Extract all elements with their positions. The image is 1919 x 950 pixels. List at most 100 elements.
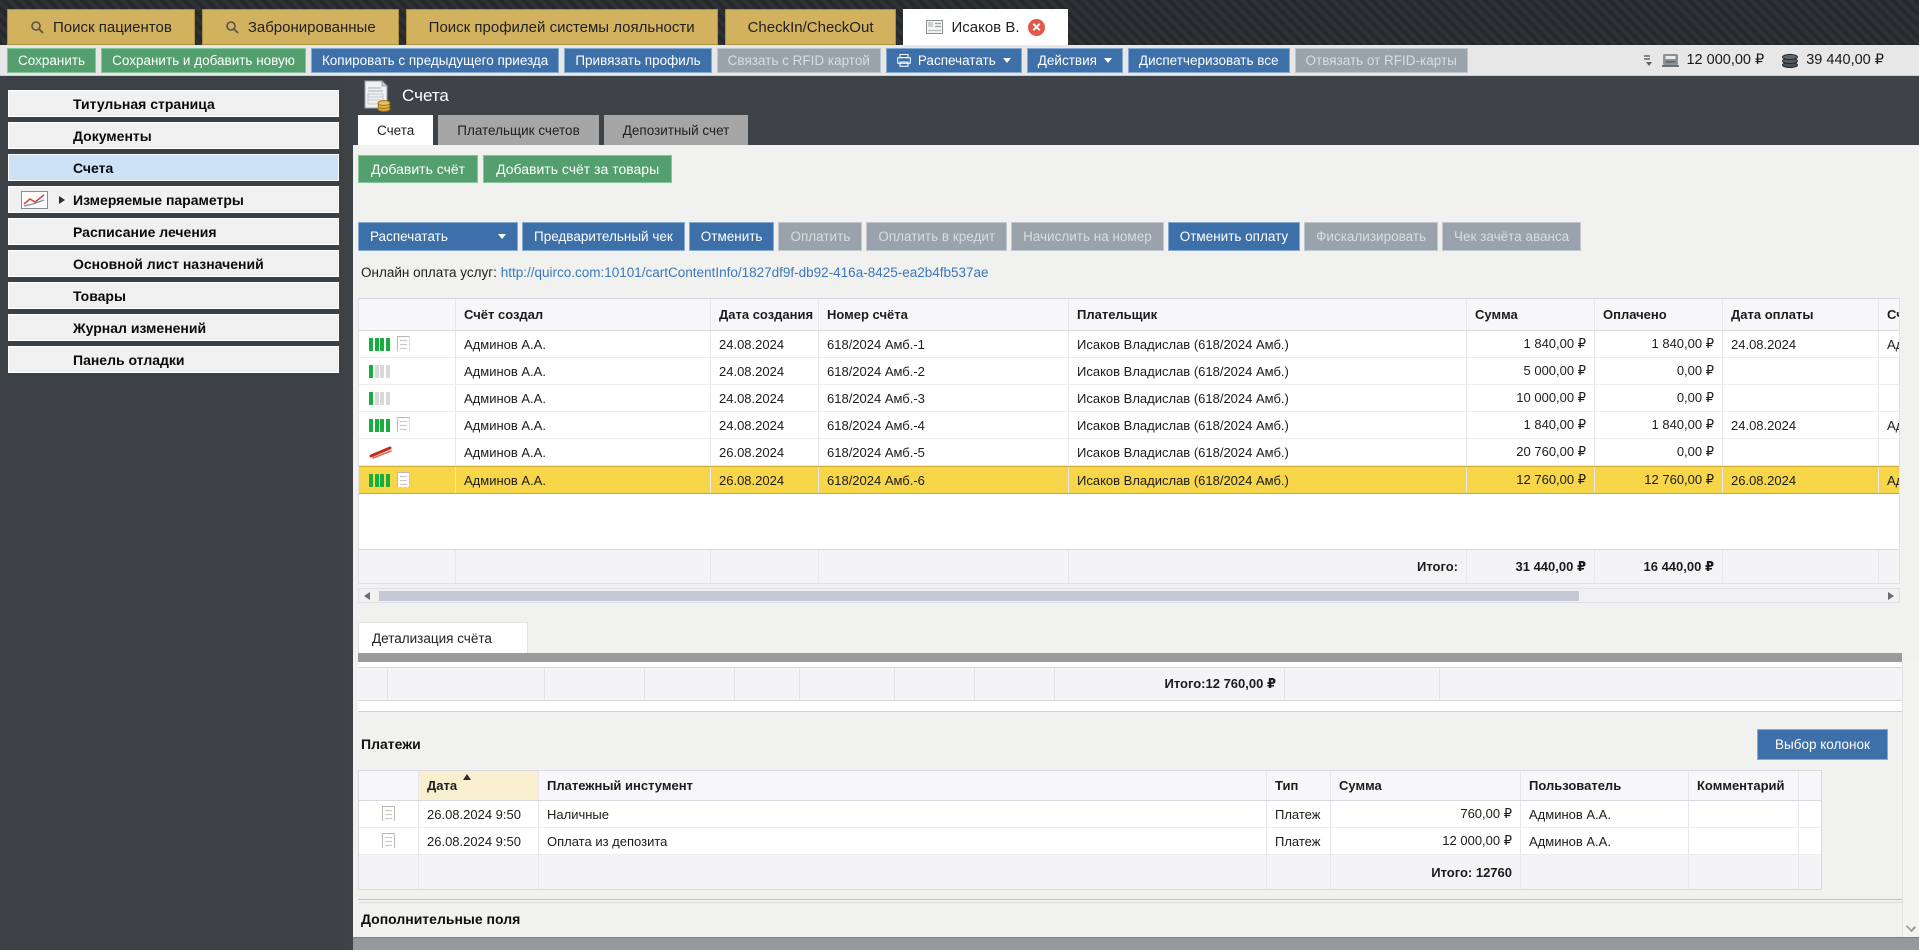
invoice-number: 618/2024 Амб.-5 (819, 439, 1069, 465)
online-payment-label: Онлайн оплата услуг: (361, 265, 497, 280)
invoice-sum: 1 840,00 ₽ (1467, 331, 1595, 357)
tab-loyalty-profiles[interactable]: Поиск профилей системы лояльности (406, 9, 718, 45)
patient-card-icon (926, 20, 943, 34)
invoice-row[interactable]: Админов А.А. 24.08.2024 618/2024 Амб.-3 … (359, 385, 1899, 412)
column-header[interactable]: Пользователь (1521, 771, 1689, 800)
invoice-row-selected[interactable]: Админов А.А. 26.08.2024 618/2024 Амб.-6 … (359, 466, 1899, 494)
invoice-row[interactable]: Админов А.А. 24.08.2024 618/2024 Амб.-1 … (359, 331, 1899, 358)
money-menu-icon[interactable] (1643, 54, 1655, 66)
invoice-paid: 0,00 ₽ (1595, 358, 1723, 384)
splitter-bar[interactable] (358, 653, 1902, 662)
invoice-paid-by: Админов А.А. (1879, 412, 1900, 438)
column-header[interactable]: Тип (1267, 771, 1331, 800)
tab-deposit-account[interactable]: Депозитный счет (604, 115, 749, 145)
sidebar-item-prescription-sheet[interactable]: Основной лист назначений (8, 250, 339, 277)
invoice-sum: 20 760,00 ₽ (1467, 439, 1595, 465)
invoice-detail-table: Итого:12 760,00 ₽ (358, 662, 1902, 712)
payment-row[interactable]: 26.08.2024 9:50 Наличные Платеж 760,00 ₽… (359, 801, 1821, 828)
tab-booked[interactable]: Забронированные (202, 9, 399, 45)
status-column-header[interactable] (359, 299, 456, 330)
tab-patient-search[interactable]: Поиск пациентов (7, 9, 195, 45)
online-payment-link[interactable]: http://quirco.com:10101/cartContentInfo/… (501, 265, 989, 280)
add-goods-invoice-button[interactable]: Добавить счёт за товары (483, 155, 672, 183)
invoice-pay-date: 24.08.2024 (1723, 331, 1879, 357)
column-header-date[interactable]: Дата (419, 771, 539, 800)
actions-dropdown-button[interactable]: Действия (1027, 48, 1123, 73)
print-dropdown-button[interactable]: Распечатать (886, 48, 1022, 73)
sidebar-item-treatment-schedule[interactable]: Расписание лечения (8, 218, 339, 245)
payments-total: Итого: 12760 (1331, 855, 1521, 889)
paid-status-icon (369, 338, 390, 351)
invoice-payer: Исаков Владислав (618/2024 Амб.) (1069, 439, 1467, 465)
tab-invoice-payer[interactable]: Плательщик счетов (438, 115, 599, 145)
tab-checkin-checkout[interactable]: CheckIn/CheckOut (725, 9, 897, 45)
column-header[interactable]: Сумма (1467, 299, 1595, 330)
payment-sum: 12 000,00 ₽ (1331, 828, 1521, 854)
sidebar-item-title-page[interactable]: Титульная страница (8, 90, 339, 117)
scroll-down-icon[interactable] (1906, 922, 1916, 932)
save-and-add-button[interactable]: Сохранить и добавить новую (101, 48, 306, 73)
column-header[interactable]: Комментарий (1689, 771, 1799, 800)
invoice-pay-date (1723, 358, 1879, 384)
invoice-created-by: Админов А.А. (456, 412, 711, 438)
column-header[interactable]: Оплачено (1595, 299, 1723, 330)
sidebar-nav: Титульная страница Документы Счета Измер… (8, 90, 339, 373)
sidebar-item-change-log[interactable]: Журнал изменений (8, 314, 339, 341)
sidebar-item-goods[interactable]: Товары (8, 282, 339, 309)
invoices-table: Счёт создал Дата создания Номер счёта Пл… (358, 298, 1900, 584)
column-header[interactable]: Счёт оплатил (1879, 299, 1900, 330)
tab-label: Исаков В. (951, 19, 1019, 36)
invoice-sum: 12 760,00 ₽ (1467, 467, 1595, 493)
page-title: Счета (362, 80, 449, 112)
column-header[interactable]: Счёт создал (456, 299, 711, 330)
column-header[interactable]: Сумма (1331, 771, 1521, 800)
tab-invoice-detail[interactable]: Детализация счёта (358, 622, 528, 653)
invoice-row[interactable]: Админов А.А. 24.08.2024 618/2024 Амб.-4 … (359, 412, 1899, 439)
chevron-down-icon (1104, 58, 1112, 63)
invoice-operations: Распечатать Предварительный чек Отменить… (358, 222, 1581, 251)
invoice-row[interactable]: Админов А.А. 26.08.2024 618/2024 Амб.-5 … (359, 439, 1899, 466)
payment-date: 26.08.2024 9:50 (419, 801, 539, 827)
invoice-paid-by (1879, 439, 1900, 465)
fiscalize-button: Фискализировать (1304, 222, 1438, 251)
invoice-created-by: Админов А.А. (456, 467, 711, 493)
invoices-table-header: Счёт создал Дата создания Номер счёта Пл… (359, 299, 1899, 331)
column-header[interactable]: Номер счёта (819, 299, 1069, 330)
save-button[interactable]: Сохранить (7, 48, 96, 73)
cancel-invoice-button[interactable]: Отменить (689, 222, 775, 251)
invoice-created-date: 24.08.2024 (711, 331, 819, 357)
column-chooser-button[interactable]: Выбор колонок (1757, 729, 1888, 760)
horizontal-scrollbar[interactable] (358, 588, 1900, 603)
scroll-right-icon[interactable] (1888, 592, 1894, 600)
invoice-row[interactable]: Админов А.А. 24.08.2024 618/2024 Амб.-2 … (359, 358, 1899, 385)
bottom-status-bar (353, 937, 1919, 950)
column-header[interactable]: Платежный инстумент (539, 771, 1267, 800)
tab-patient-isakov[interactable]: Исаков В. (903, 9, 1067, 45)
column-header[interactable]: Дата создания (711, 299, 819, 330)
expand-arrow-icon[interactable] (59, 196, 65, 204)
close-icon[interactable] (1028, 19, 1045, 36)
scrollbar-thumb[interactable] (379, 591, 1579, 601)
add-invoice-button[interactable]: Добавить счёт (358, 155, 478, 183)
dispatch-all-button[interactable]: Диспетчеризовать все (1128, 48, 1290, 73)
payment-user: Админов А.А. (1521, 801, 1689, 827)
cancel-payment-button[interactable]: Отменить оплату (1168, 222, 1300, 251)
sidebar-item-debug-panel[interactable]: Панель отладки (8, 346, 339, 373)
copy-previous-visit-button[interactable]: Копировать с предыдущего приезда (311, 48, 559, 73)
link-rfid-button: Связать с RFID картой (717, 48, 881, 73)
sidebar-item-invoices[interactable]: Счета (8, 154, 339, 181)
tab-invoices[interactable]: Счета (358, 115, 433, 145)
receipt-icon (382, 806, 395, 823)
sidebar-item-documents[interactable]: Документы (8, 122, 339, 149)
payment-row[interactable]: 26.08.2024 9:50 Оплата из депозита Плате… (359, 828, 1821, 855)
scroll-left-icon[interactable] (364, 592, 370, 600)
invoice-number: 618/2024 Амб.-4 (819, 412, 1069, 438)
bind-profile-button[interactable]: Привязать профиль (564, 48, 711, 73)
column-header[interactable]: Дата оплаты (1723, 299, 1879, 330)
print-invoice-dropdown-button[interactable]: Распечатать (358, 222, 518, 251)
preliminary-check-button[interactable]: Предварительный чек (522, 222, 685, 251)
payments-section-title: Платежи (361, 736, 421, 752)
column-header[interactable]: Плательщик (1069, 299, 1467, 330)
sidebar-item-measured-params[interactable]: Измеряемые параметры (8, 186, 339, 213)
vertical-scrollbar[interactable] (1902, 662, 1919, 937)
